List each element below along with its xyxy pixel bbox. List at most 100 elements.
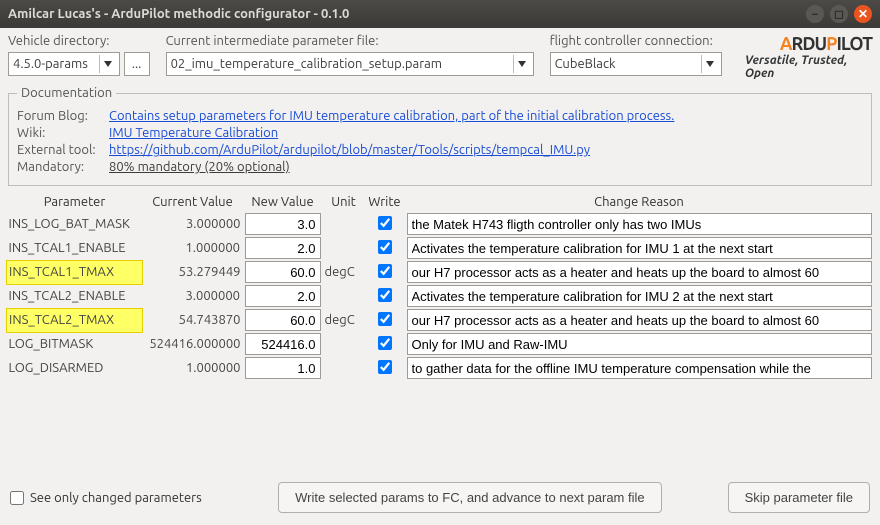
param-name: INS_LOG_BAT_MASK (7, 212, 143, 236)
skip-file-button[interactable]: Skip parameter file (728, 482, 870, 513)
write-cell (365, 332, 405, 356)
new-value-input[interactable] (245, 261, 321, 283)
param-name: INS_TCAL2_ENABLE (7, 284, 143, 308)
documentation-legend: Documentation (17, 86, 116, 100)
header-current: Current Value (143, 192, 243, 212)
param-file-combo[interactable]: 02_imu_temperature_calibration_setup.par… (166, 52, 534, 76)
reason-input[interactable] (407, 357, 872, 379)
ardupilot-logo: ARDUPILOT Versatile, Trusted, Open (745, 34, 872, 80)
reason-input[interactable] (407, 213, 872, 235)
chevron-down-icon (99, 55, 117, 73)
unit-cell (323, 236, 365, 260)
top-row: Vehicle directory: 4.5.0-params ... Curr… (0, 28, 880, 82)
write-cell (365, 236, 405, 260)
reason-input[interactable] (407, 261, 872, 283)
parameter-table-wrap: Parameter Current Value New Value Unit W… (0, 188, 880, 380)
new-value-input[interactable] (245, 357, 321, 379)
write-cell (365, 356, 405, 380)
browse-button[interactable]: ... (124, 52, 150, 76)
new-value-cell (243, 332, 323, 356)
param-name: INS_TCAL1_ENABLE (7, 236, 143, 260)
table-row: INS_TCAL1_TMAX53.279449 degC (7, 260, 874, 284)
table-row: INS_LOG_BAT_MASK3.000000 (7, 212, 874, 236)
table-header-row: Parameter Current Value New Value Unit W… (7, 192, 874, 212)
reason-cell (405, 236, 874, 260)
new-value-cell (243, 236, 323, 260)
close-button[interactable]: ✕ (854, 5, 872, 23)
header-new: New Value (243, 192, 323, 212)
write-checkbox[interactable] (378, 288, 392, 302)
table-row: LOG_BITMASK524416.000000 (7, 332, 874, 356)
vehicle-dir-label: Vehicle directory: (8, 34, 150, 48)
parameter-table: Parameter Current Value New Value Unit W… (6, 192, 874, 380)
unit-cell: degC (323, 260, 365, 284)
param-name: LOG_DISARMED (7, 356, 143, 380)
write-cell (365, 212, 405, 236)
write-params-button[interactable]: Write selected params to FC, and advance… (278, 482, 661, 513)
external-tool-link[interactable]: https://github.com/ArduPilot/ardupilot/b… (109, 143, 590, 157)
reason-input[interactable] (407, 309, 872, 331)
param-file-value: 02_imu_temperature_calibration_setup.par… (171, 57, 442, 71)
new-value-cell (243, 212, 323, 236)
write-checkbox[interactable] (378, 216, 392, 230)
reason-input[interactable] (407, 333, 872, 355)
header-reason: Change Reason (405, 192, 874, 212)
table-row: INS_TCAL1_ENABLE1.000000 (7, 236, 874, 260)
external-tool-label: External tool: (17, 143, 109, 157)
table-row: INS_TCAL2_TMAX54.743870 degC (7, 308, 874, 332)
header-parameter: Parameter (7, 192, 143, 212)
write-checkbox[interactable] (378, 360, 392, 374)
table-row: LOG_DISARMED1.000000 (7, 356, 874, 380)
blog-link[interactable]: Contains setup parameters for IMU temper… (109, 109, 674, 123)
unit-cell (323, 284, 365, 308)
minimize-button[interactable]: – (806, 5, 824, 23)
unit-cell (323, 356, 365, 380)
connection-combo[interactable]: CubeBlack (550, 52, 722, 76)
reason-cell (405, 260, 874, 284)
connection-label: flight controller connection: (550, 34, 729, 48)
param-name: INS_TCAL1_TMAX (7, 260, 143, 284)
reason-cell (405, 332, 874, 356)
reason-cell (405, 284, 874, 308)
vehicle-dir-combo[interactable]: 4.5.0-params (8, 52, 120, 76)
reason-input[interactable] (407, 285, 872, 307)
new-value-input[interactable] (245, 237, 321, 259)
reason-cell (405, 356, 874, 380)
new-value-cell (243, 308, 323, 332)
unit-cell (323, 332, 365, 356)
unit-cell: degC (323, 308, 365, 332)
wiki-link[interactable]: IMU Temperature Calibration (109, 126, 278, 140)
new-value-input[interactable] (245, 333, 321, 355)
only-changed-input[interactable] (10, 491, 24, 505)
reason-cell (405, 308, 874, 332)
logo-text: ARDUPILOT (780, 34, 872, 54)
mandatory-text: 80% mandatory (20% optional) (109, 160, 290, 174)
maximize-button[interactable]: ◻ (830, 5, 848, 23)
write-checkbox[interactable] (378, 240, 392, 254)
new-value-input[interactable] (245, 285, 321, 307)
chevron-down-icon (701, 55, 719, 73)
write-cell (365, 260, 405, 284)
documentation-box: Documentation Forum Blog: Contains setup… (8, 86, 872, 186)
current-value: 1.000000 (143, 236, 243, 260)
current-value: 54.743870 (143, 308, 243, 332)
new-value-input[interactable] (245, 309, 321, 331)
new-value-cell (243, 260, 323, 284)
write-checkbox[interactable] (378, 312, 392, 326)
write-cell (365, 308, 405, 332)
header-unit: Unit (323, 192, 365, 212)
write-checkbox[interactable] (378, 336, 392, 350)
current-value: 3.000000 (143, 284, 243, 308)
write-checkbox[interactable] (378, 264, 392, 278)
reason-input[interactable] (407, 237, 872, 259)
new-value-input[interactable] (245, 213, 321, 235)
wiki-label: Wiki: (17, 126, 109, 140)
table-row: INS_TCAL2_ENABLE3.000000 (7, 284, 874, 308)
param-name: INS_TCAL2_TMAX (7, 308, 143, 332)
mandatory-label: Mandatory: (17, 160, 109, 174)
logo-subtitle: Versatile, Trusted, Open (745, 54, 872, 80)
reason-cell (405, 212, 874, 236)
current-value: 53.279449 (143, 260, 243, 284)
write-cell (365, 284, 405, 308)
only-changed-checkbox[interactable]: See only changed parameters (10, 491, 202, 505)
